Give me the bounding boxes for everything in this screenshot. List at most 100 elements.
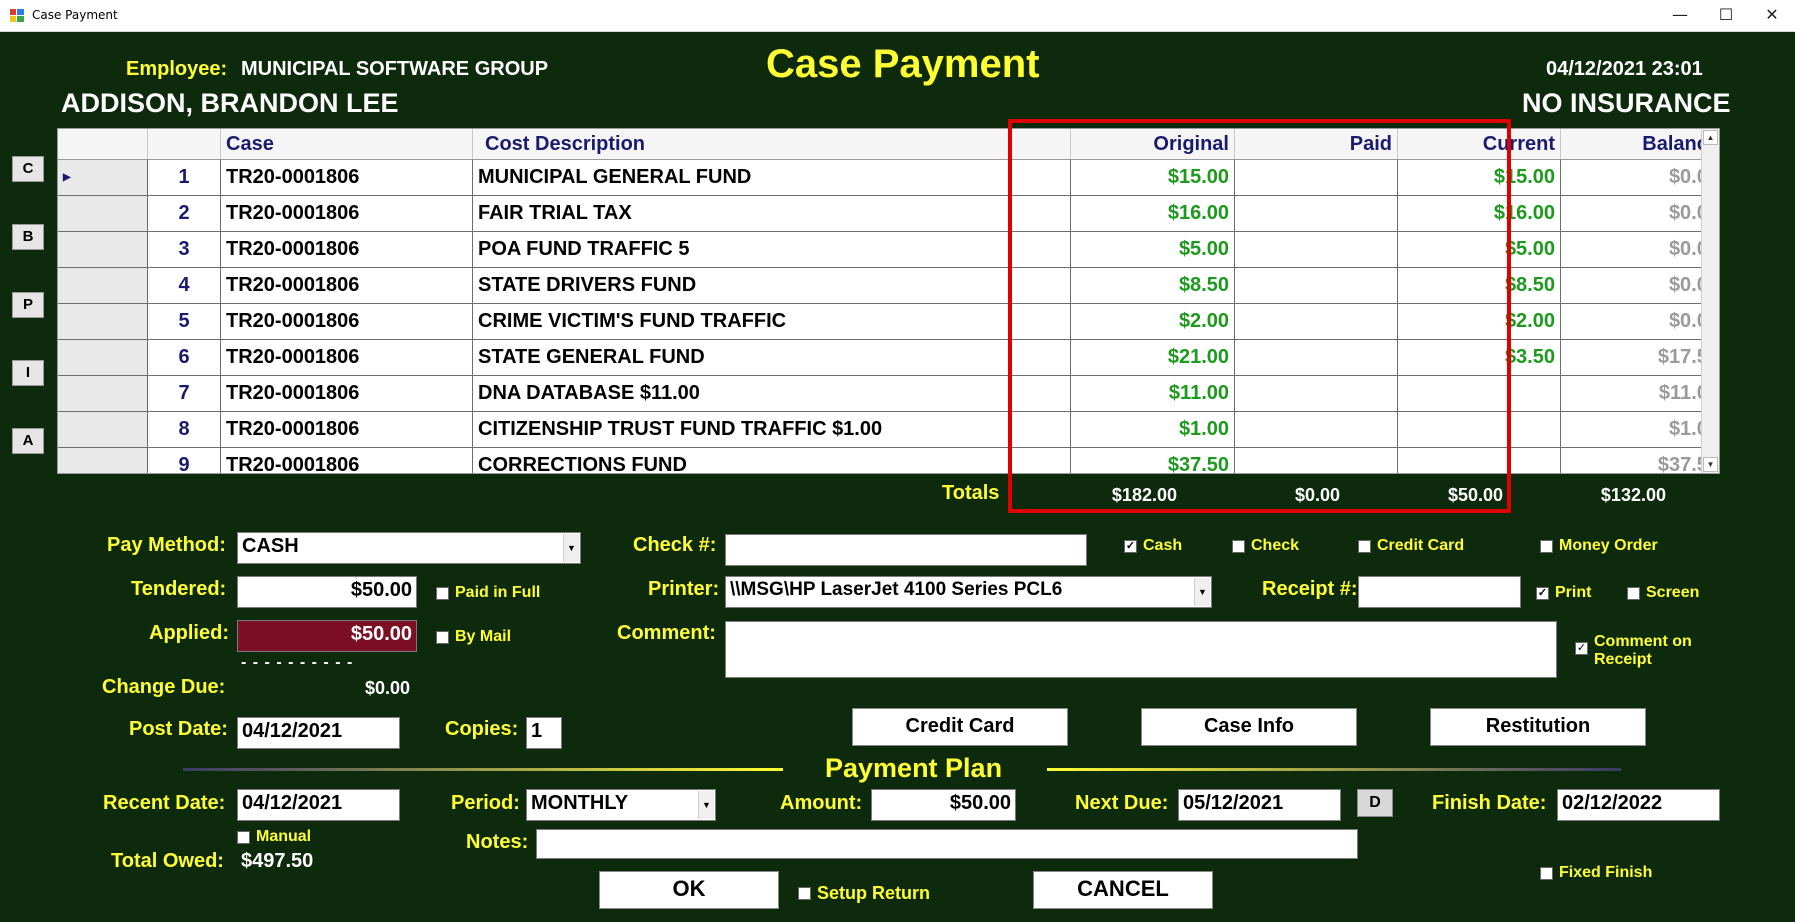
case-cell[interactable]: TR20-0001806 — [221, 268, 473, 303]
row-selector[interactable] — [58, 196, 148, 231]
money-order-checkbox[interactable]: Money Order — [1540, 537, 1658, 555]
side-button-b[interactable]: B — [12, 224, 44, 250]
row-selector[interactable] — [58, 448, 148, 473]
balance-cell[interactable]: $37.50 — [1561, 448, 1719, 473]
checkbox-icon[interactable] — [1540, 539, 1553, 553]
description-cell[interactable]: CRIME VICTIM'S FUND TRAFFIC — [473, 304, 1071, 339]
row-selector[interactable] — [58, 304, 148, 339]
case-cell[interactable]: TR20-0001806 — [221, 448, 473, 473]
maximize-button[interactable]: ☐ — [1703, 0, 1749, 32]
separator-dashes: - - - - - - - - - - — [241, 654, 354, 671]
case-cell[interactable]: TR20-0001806 — [221, 376, 473, 411]
side-button-p[interactable]: P — [12, 292, 44, 318]
balance-cell[interactable]: $0.00 — [1561, 268, 1719, 303]
setup-return-checkbox[interactable]: Setup Return — [798, 883, 930, 904]
recent-date-input[interactable]: 04/12/2021 — [237, 789, 400, 821]
balance-cell[interactable]: $0.00 — [1561, 196, 1719, 231]
case-cell[interactable]: TR20-0001806 — [221, 160, 473, 195]
grid-header-case[interactable]: Case — [221, 129, 473, 159]
check-number-input[interactable] — [725, 534, 1087, 566]
checkmark-icon[interactable]: ✓ — [1575, 642, 1588, 655]
description-cell[interactable]: FAIR TRIAL TAX — [473, 196, 1071, 231]
grid-header-description[interactable]: Cost Description — [473, 129, 1071, 159]
checkbox-icon[interactable] — [436, 630, 449, 644]
ok-button[interactable]: OK — [599, 871, 779, 909]
row-selector[interactable] — [58, 268, 148, 303]
balance-cell[interactable]: $1.00 — [1561, 412, 1719, 447]
checkbox-icon[interactable] — [798, 887, 811, 900]
checkbox-icon[interactable] — [1358, 539, 1371, 553]
description-cell[interactable]: STATE DRIVERS FUND — [473, 268, 1071, 303]
notes-input[interactable] — [536, 829, 1358, 859]
by-mail-checkbox[interactable]: By Mail — [436, 628, 511, 646]
description-cell[interactable]: POA FUND TRAFFIC 5 — [473, 232, 1071, 267]
manual-checkbox[interactable]: Manual — [237, 828, 311, 846]
applied-input[interactable]: $50.00 — [237, 620, 417, 652]
grid-header-balance[interactable]: Balance — [1561, 129, 1719, 159]
row-selector[interactable] — [58, 340, 148, 375]
finish-date-input[interactable]: 02/12/2022 — [1557, 789, 1720, 821]
credit-card-checkbox[interactable]: Credit Card — [1358, 537, 1464, 555]
scroll-up-icon[interactable]: ▲ — [1703, 130, 1718, 145]
screen-checkbox[interactable]: Screen — [1627, 584, 1699, 602]
checkbox-icon[interactable] — [1232, 539, 1245, 553]
row-number: 6 — [148, 340, 221, 375]
close-button[interactable]: ✕ — [1749, 0, 1795, 32]
description-cell[interactable]: MUNICIPAL GENERAL FUND — [473, 160, 1071, 195]
post-date-input[interactable]: 04/12/2021 — [237, 717, 400, 749]
row-selector[interactable] — [58, 232, 148, 267]
paid-in-full-checkbox[interactable]: Paid in Full — [436, 584, 540, 602]
tendered-input[interactable]: $50.00 — [237, 576, 417, 608]
balance-cell[interactable]: $0.00 — [1561, 160, 1719, 195]
side-button-i[interactable]: I — [12, 360, 44, 386]
restitution-button[interactable]: Restitution — [1430, 708, 1646, 746]
check-checkbox[interactable]: Check — [1232, 537, 1299, 555]
printer-select[interactable]: \\MSG\HP LaserJet 4100 Series PCL6 ▼ — [725, 576, 1212, 608]
cancel-button[interactable]: CANCEL — [1033, 871, 1213, 909]
description-cell[interactable]: DNA DATABASE $11.00 — [473, 376, 1071, 411]
row-selector[interactable]: ▶ — [58, 160, 148, 195]
copies-input[interactable]: 1 — [526, 717, 562, 749]
chevron-down-icon[interactable]: ▼ — [563, 534, 579, 562]
fixed-finish-checkbox[interactable]: Fixed Finish — [1540, 864, 1652, 882]
case-info-button[interactable]: Case Info — [1141, 708, 1357, 746]
d-button[interactable]: D — [1357, 789, 1393, 817]
description-cell[interactable]: CORRECTIONS FUND — [473, 448, 1071, 473]
amount-input[interactable]: $50.00 — [871, 789, 1016, 821]
minimize-button[interactable]: — — [1657, 0, 1703, 32]
balance-cell[interactable]: $11.00 — [1561, 376, 1719, 411]
checkmark-icon[interactable]: ✓ — [1536, 586, 1549, 600]
comment-textarea[interactable] — [725, 621, 1557, 678]
grid-scrollbar[interactable]: ▲ ▼ — [1701, 129, 1719, 473]
comment-on-receipt-checkbox[interactable]: ✓ Comment on Receipt — [1575, 633, 1692, 669]
receipt-number-input[interactable] — [1358, 576, 1521, 608]
case-cell[interactable]: TR20-0001806 — [221, 304, 473, 339]
checkbox-icon[interactable] — [436, 586, 449, 600]
side-button-a[interactable]: A — [12, 428, 44, 454]
credit-card-button[interactable]: Credit Card — [852, 708, 1068, 746]
case-cell[interactable]: TR20-0001806 — [221, 340, 473, 375]
case-cell[interactable]: TR20-0001806 — [221, 196, 473, 231]
pay-method-select[interactable]: CASH ▼ — [237, 532, 581, 564]
checkmark-icon[interactable]: ✓ — [1124, 539, 1137, 553]
description-cell[interactable]: CITIZENSHIP TRUST FUND TRAFFIC $1.00 — [473, 412, 1071, 447]
checkbox-icon[interactable] — [237, 830, 250, 844]
checkbox-icon[interactable] — [1627, 586, 1640, 600]
row-selector[interactable] — [58, 412, 148, 447]
print-checkbox[interactable]: ✓ Print — [1536, 584, 1591, 602]
cash-checkbox[interactable]: ✓ Cash — [1124, 537, 1182, 555]
chevron-down-icon[interactable]: ▼ — [1194, 578, 1210, 606]
next-due-input[interactable]: 05/12/2021 — [1178, 789, 1341, 821]
row-selector[interactable] — [58, 376, 148, 411]
scroll-down-icon[interactable]: ▼ — [1703, 457, 1718, 472]
chevron-down-icon[interactable]: ▼ — [698, 791, 714, 819]
checkbox-icon[interactable] — [1540, 866, 1553, 880]
balance-cell[interactable]: $17.50 — [1561, 340, 1719, 375]
period-select[interactable]: MONTHLY ▼ — [526, 789, 716, 821]
side-button-c[interactable]: C — [12, 156, 44, 182]
balance-cell[interactable]: $0.00 — [1561, 232, 1719, 267]
case-cell[interactable]: TR20-0001806 — [221, 232, 473, 267]
case-cell[interactable]: TR20-0001806 — [221, 412, 473, 447]
description-cell[interactable]: STATE GENERAL FUND — [473, 340, 1071, 375]
balance-cell[interactable]: $0.00 — [1561, 304, 1719, 339]
